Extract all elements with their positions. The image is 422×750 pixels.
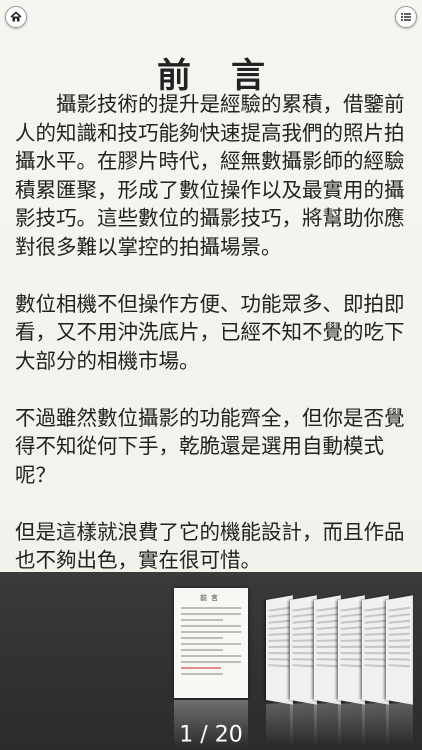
page-thumbnail[interactable] <box>362 595 389 705</box>
paragraph: 不過雖然數位攝影的功能齊全，但你是否覺得不知從何下手，乾脆還是選用自動模式呢？ <box>15 405 405 487</box>
paragraph: 攝影技術的提升是經驗的累積，借鑒前人的知識和技巧能夠快速提高我們的照片拍攝水平。… <box>15 92 405 259</box>
paragraph: 數位相機不但操作方便、功能眾多、即拍即看，又不用沖洗底片，已經不知不覺的吃下大部… <box>15 291 405 373</box>
thumbnail-title: 前言 <box>200 594 222 602</box>
page-thumbnail[interactable] <box>386 595 413 705</box>
document-body: 攝影技術的提升是經驗的累積，借鑒前人的知識和技巧能夠快速提高我們的照片拍攝水平。… <box>15 90 410 575</box>
page-thumbnail[interactable] <box>338 595 365 705</box>
home-icon <box>10 11 22 22</box>
page-thumbnail[interactable] <box>314 595 341 705</box>
list-icon <box>401 13 411 21</box>
home-button[interactable] <box>5 6 27 28</box>
menu-button[interactable] <box>395 6 417 28</box>
page-thumbnail[interactable] <box>266 595 293 705</box>
page-thumbnail[interactable] <box>290 595 317 705</box>
page-indicator: 1 / 20 <box>179 722 243 748</box>
paragraph: 但是這樣就浪費了它的機能設計，而且作品也不夠出色，實在很可惜。 <box>15 519 405 573</box>
current-page-thumbnail[interactable]: 前言 <box>174 588 248 698</box>
